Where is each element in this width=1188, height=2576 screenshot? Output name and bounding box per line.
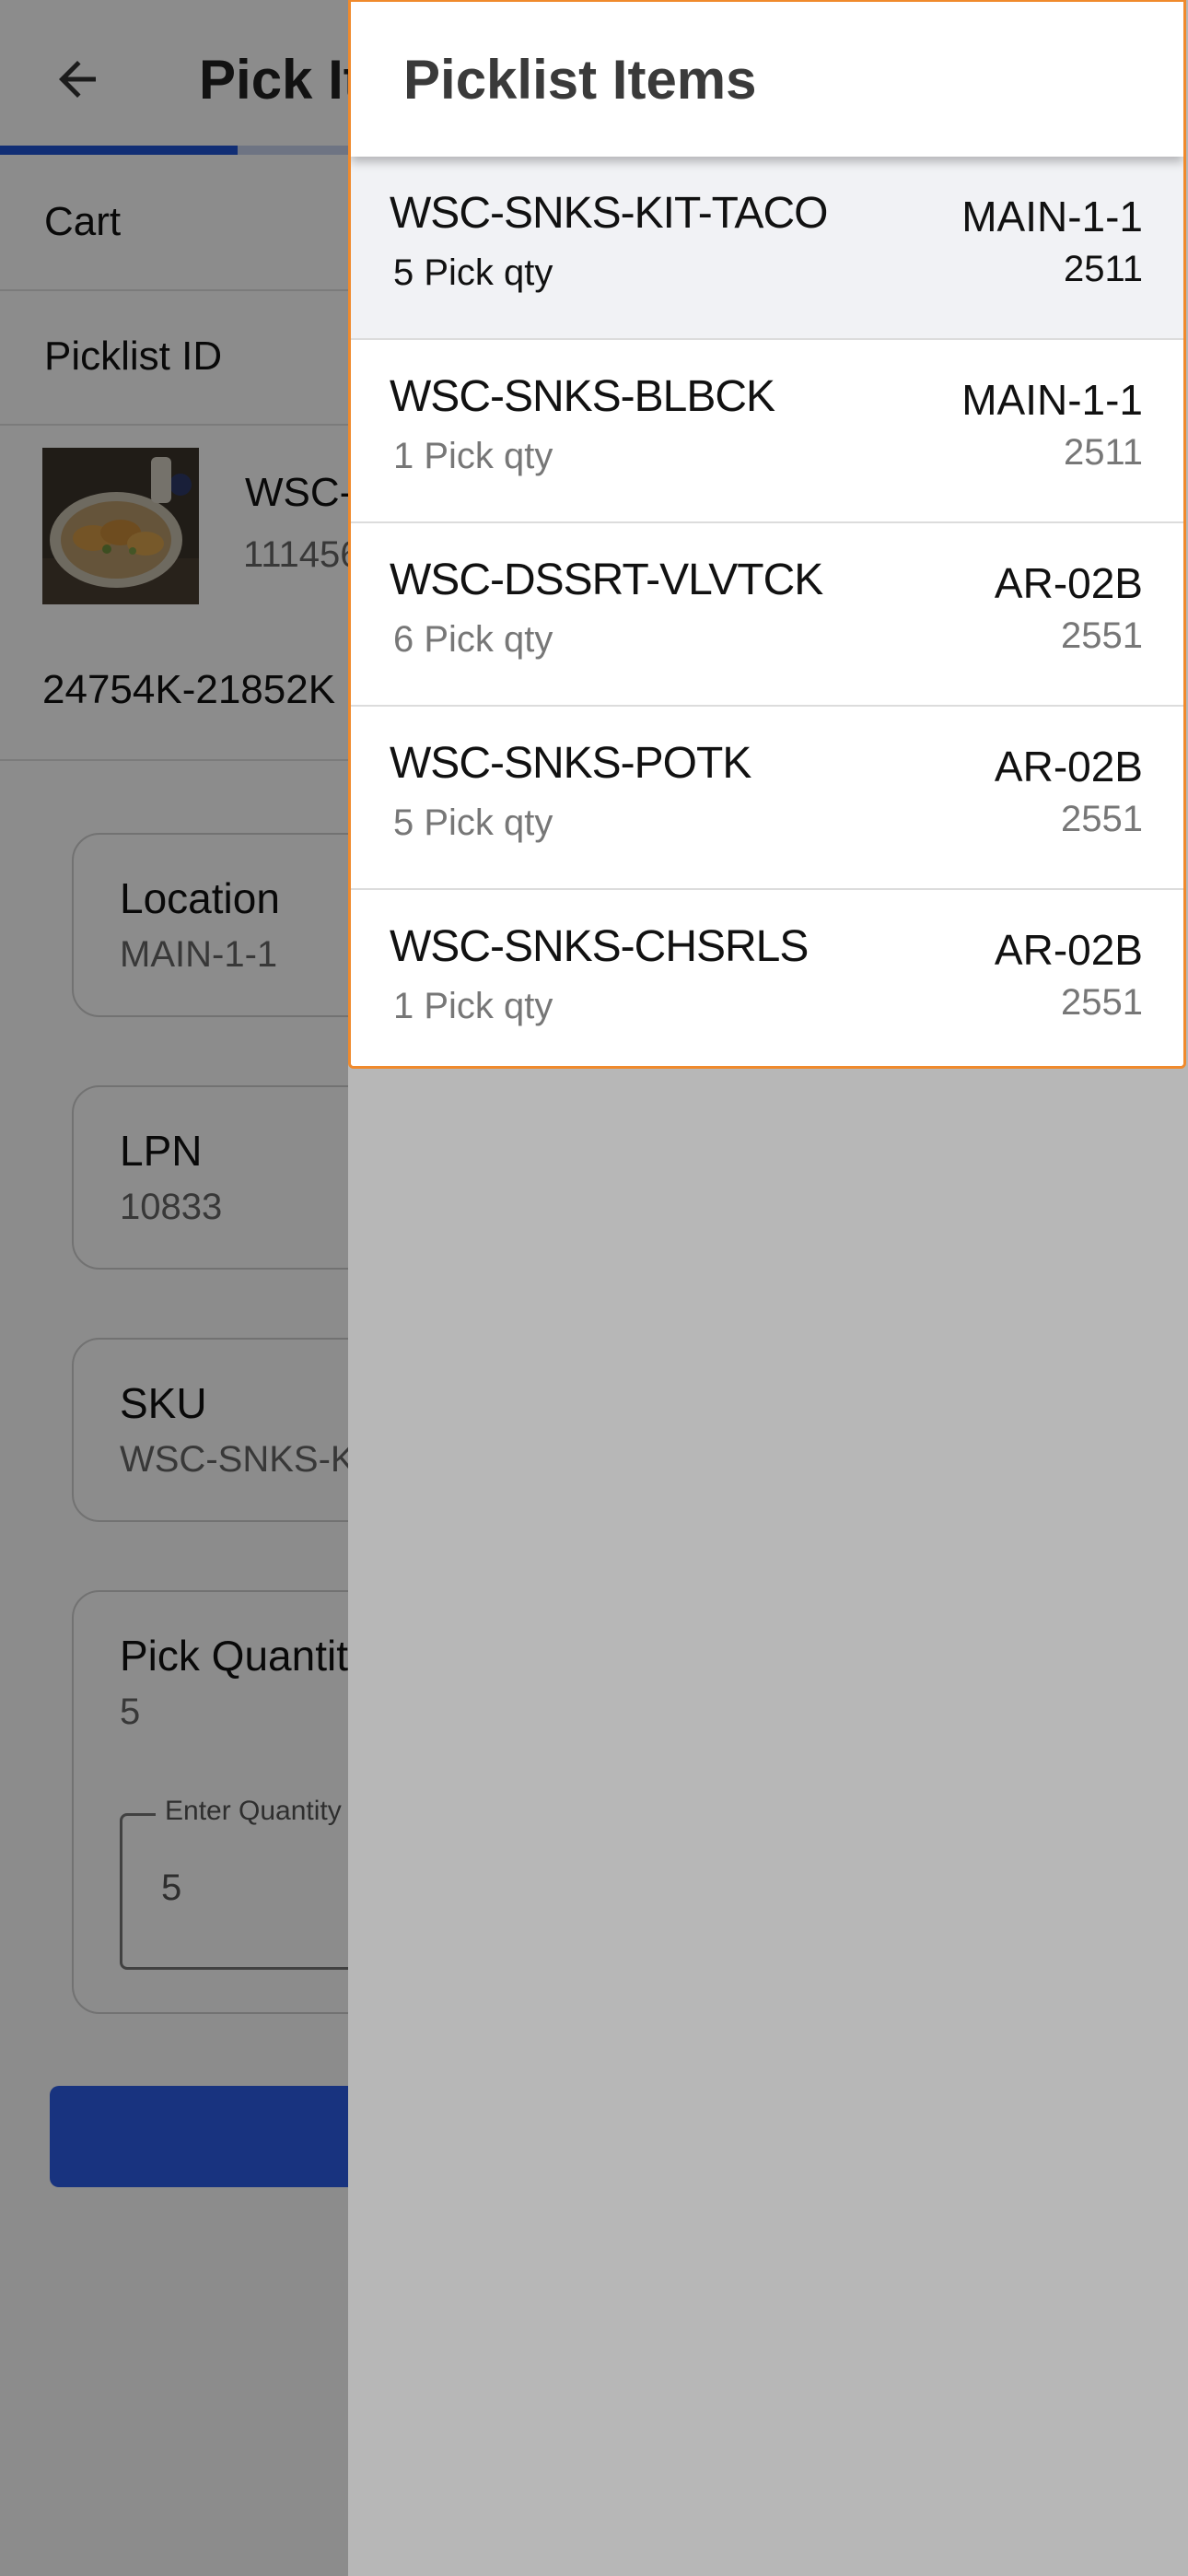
item-pick-qty: 1 Pick qty: [393, 436, 553, 476]
drawer-header: Picklist Items: [351, 2, 1183, 157]
item-location: MAIN-1-1: [961, 193, 1143, 240]
item-sku: WSC-SNKS-POTK: [390, 739, 751, 788]
drawer-title: Picklist Items: [403, 49, 757, 111]
picklist-item[interactable]: WSC-SNKS-POTK 5 Pick qty AR-02B 2551: [351, 707, 1183, 890]
picklist-item[interactable]: WSC-DSSRT-VLVTCK 6 Pick qty AR-02B 2551: [351, 523, 1183, 707]
item-location: AR-02B: [994, 559, 1143, 607]
picklist-item[interactable]: WSC-SNKS-CHSRLS 1 Pick qty AR-02B 2551: [351, 890, 1183, 1066]
item-sku: WSC-SNKS-CHSRLS: [390, 922, 809, 971]
item-sku: WSC-SNKS-KIT-TACO: [390, 189, 828, 238]
item-code: 2551: [1061, 982, 1143, 1023]
item-code: 2551: [1061, 615, 1143, 656]
picklist-drawer: Picklist Items WSC-SNKS-KIT-TACO 5 Pick …: [348, 0, 1188, 2576]
item-code: 2511: [1063, 432, 1143, 473]
item-location: AR-02B: [994, 743, 1143, 790]
item-pick-qty: 1 Pick qty: [393, 986, 553, 1026]
picklist-panel: Picklist Items WSC-SNKS-KIT-TACO 5 Pick …: [348, 0, 1186, 1069]
item-code: 2551: [1061, 799, 1143, 839]
picklist-item[interactable]: WSC-SNKS-KIT-TACO 5 Pick qty MAIN-1-1 25…: [351, 157, 1183, 340]
picklist-item[interactable]: WSC-SNKS-BLBCK 1 Pick qty MAIN-1-1 2511: [351, 340, 1183, 523]
item-pick-qty: 5 Pick qty: [393, 252, 553, 293]
item-sku: WSC-DSSRT-VLVTCK: [390, 556, 823, 604]
item-pick-qty: 5 Pick qty: [393, 802, 553, 843]
item-code: 2511: [1063, 249, 1143, 289]
item-pick-qty: 6 Pick qty: [393, 619, 553, 660]
item-location: MAIN-1-1: [961, 376, 1143, 424]
picklist-item-list: WSC-SNKS-KIT-TACO 5 Pick qty MAIN-1-1 25…: [351, 157, 1183, 1066]
item-location: AR-02B: [994, 926, 1143, 974]
item-sku: WSC-SNKS-BLBCK: [390, 372, 775, 421]
